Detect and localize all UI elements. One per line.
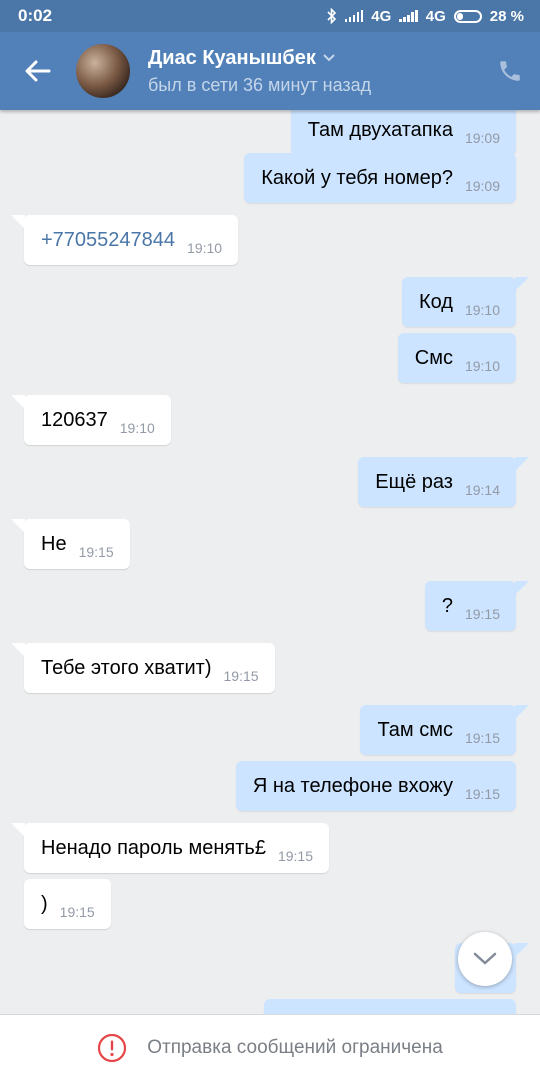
bubble-tail — [11, 643, 25, 657]
bubble-tail — [11, 823, 25, 837]
restriction-text: Отправка сообщений ограничена — [147, 1036, 443, 1058]
chevron-down-icon — [473, 952, 497, 965]
message-time: 19:09 — [464, 130, 500, 146]
bubble-tail — [11, 395, 25, 409]
message-text: Я на телефоне вхожу — [252, 774, 453, 797]
bubble-tail — [515, 581, 529, 595]
message-bubble[interactable]: Не 19:15 — [24, 519, 130, 569]
signal-icon-2 — [399, 10, 418, 22]
signal-icon-1 — [344, 10, 364, 22]
message-time: 19:10 — [464, 358, 500, 374]
bubble-tail — [11, 519, 25, 533]
back-button[interactable] — [0, 32, 76, 110]
message-bubble[interactable]: Смс 19:10 — [397, 333, 516, 383]
message-bubble[interactable]: Там двухатапка 19:09 — [290, 110, 516, 155]
status-bar: 0:02 4G 4G 28 % — [0, 0, 540, 32]
bubble-tail — [515, 943, 529, 957]
message-bubble[interactable]: Ненадо пароль менять£ 19:15 — [24, 823, 329, 873]
phone-icon — [500, 61, 520, 81]
message-bubble[interactable]: Там смс 19:15 — [360, 705, 516, 755]
chevron-down-icon — [323, 54, 335, 62]
message-time: 19:15 — [464, 786, 500, 802]
message-text: ) — [41, 892, 48, 915]
message-list[interactable]: Там двухатапка 19:09 Какой у тебя номер? 19… — [0, 110, 540, 1014]
restriction-banner: Отправка сообщений ограничена — [0, 1014, 540, 1080]
message-time: 19:15 — [59, 904, 95, 920]
status-time: 0:02 — [18, 6, 53, 25]
battery-icon — [453, 9, 482, 23]
contact-avatar[interactable] — [76, 44, 130, 98]
message-text: Не — [41, 532, 67, 555]
message-text: Смс — [414, 346, 453, 369]
message-bubble[interactable]: ) 19:15 — [24, 879, 111, 929]
bubble-tail — [515, 705, 529, 719]
message-time: 19:10 — [464, 302, 500, 318]
warning-icon — [98, 1033, 127, 1062]
message-bubble[interactable]: Я на телефоне вхожу 19:15 — [235, 761, 516, 811]
bubble-tail — [515, 277, 529, 291]
message-bubble[interactable]: ? 19:15 — [424, 581, 516, 631]
message-bubble[interactable]: Код 19:10 — [401, 277, 516, 327]
message-text: Код — [418, 290, 453, 313]
bluetooth-icon — [327, 8, 336, 24]
message-time: 19:10 — [119, 420, 155, 436]
message-time: 19:15 — [464, 606, 500, 622]
message-time: 19:09 — [464, 178, 500, 194]
message-bubble[interactable]: +77055247844 19:10 — [24, 215, 239, 265]
contact-name: Диас Куанышбек — [148, 46, 316, 69]
call-button[interactable] — [480, 32, 540, 110]
message-text: Там смс — [377, 718, 453, 741]
message-time: 19:15 — [78, 544, 114, 560]
message-bubble[interactable]: 120637 19:10 — [24, 395, 171, 445]
message-time: 19:14 — [464, 482, 500, 498]
message-text: ? — [441, 594, 453, 617]
message-text: Ещё раз — [375, 470, 453, 493]
message-time: 19:15 — [464, 730, 500, 746]
chat-header: Диас Куанышбек был в сети 36 минут назад — [0, 32, 540, 110]
message-bubble[interactable]: Ещё раз 19:14 — [358, 457, 516, 507]
message-text: 120637 — [41, 408, 108, 431]
message-time: 19:15 — [223, 668, 259, 684]
message-time: 19:15 — [277, 848, 313, 864]
message-bubble-partial[interactable] — [264, 999, 516, 1014]
arrow-left-icon — [25, 60, 51, 82]
bubble-tail — [515, 457, 529, 471]
message-text: Там двухатапка — [307, 118, 453, 141]
bubble-tail — [11, 215, 25, 229]
phone-link[interactable]: +77055247844 — [41, 229, 175, 252]
message-text: Ненадо пароль менять£ — [41, 836, 266, 859]
message-bubble[interactable]: Тебе этого хватит) 19:15 — [24, 643, 275, 693]
last-seen-status: был в сети 36 минут назад — [148, 74, 372, 95]
contact-info[interactable]: Диас Куанышбек был в сети 36 минут назад — [148, 47, 480, 96]
scroll-down-button[interactable] — [458, 932, 512, 986]
battery-level: 28 % — [489, 7, 524, 25]
message-text: Какой у тебя номер? — [261, 166, 453, 189]
message-time: 19:10 — [187, 240, 223, 256]
network-type-2: 4G — [425, 7, 446, 25]
network-type-1: 4G — [371, 7, 392, 25]
status-icons: 4G 4G 28 % — [327, 8, 524, 25]
message-bubble[interactable]: Какой у тебя номер? 19:09 — [244, 153, 516, 203]
message-text: Тебе этого хватит) — [41, 656, 212, 679]
